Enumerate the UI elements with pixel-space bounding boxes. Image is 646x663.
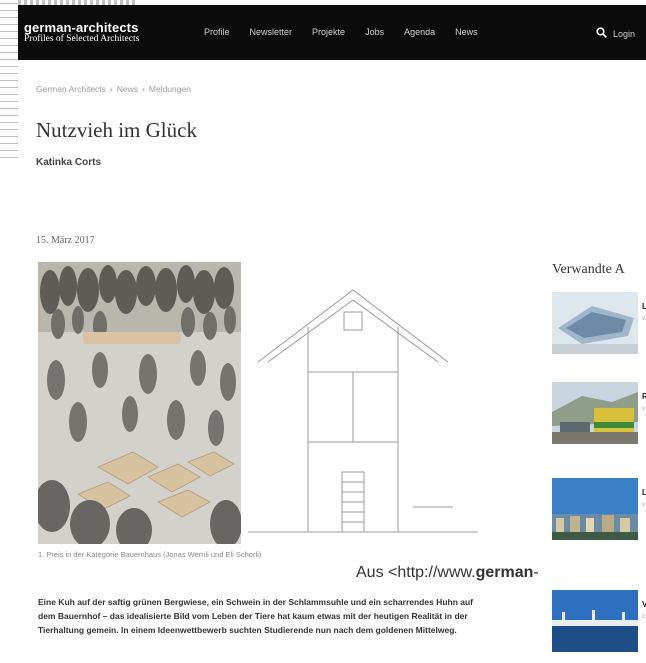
breadcrumb: German Architects › News › Meldungen [36, 84, 191, 94]
bridge-thumbnail[interactable] [552, 590, 638, 652]
breadcrumb-separator: › [109, 84, 113, 94]
related-item-title[interactable]: L [642, 488, 646, 497]
related-article-item[interactable]: V c [552, 590, 646, 652]
breadcrumb-item-news[interactable]: News [117, 84, 138, 94]
logo-tagline: Profiles of Selected Architects [24, 34, 140, 44]
nav-item-profile[interactable]: Profile [204, 27, 230, 37]
nav-item-newsletter[interactable]: Newsletter [250, 27, 293, 37]
article-image-model-photo[interactable] [38, 262, 241, 544]
site-logo[interactable]: german-architects Profiles of Selected A… [24, 21, 139, 45]
related-item-title[interactable]: V [642, 600, 646, 609]
city-thumbnail[interactable] [552, 478, 638, 540]
source-domain-bold: german [475, 564, 534, 581]
article-date: 15. März 2017 [36, 235, 95, 246]
page-title: Nutzvieh im Glück [36, 118, 197, 142]
related-item-meta: v [642, 316, 645, 322]
login-link[interactable]: Login [596, 25, 635, 43]
nav-item-agenda[interactable]: Agenda [404, 27, 435, 37]
breadcrumb-separator: › [142, 84, 145, 94]
related-item-title[interactable]: L [642, 302, 646, 311]
related-item-meta: v [642, 502, 645, 508]
breadcrumb-item-meldungen[interactable]: Meldungen [149, 84, 191, 94]
train-thumbnail[interactable] [552, 382, 638, 444]
breadcrumb-item-home[interactable]: German Architects [36, 84, 106, 94]
related-item-meta: v [642, 406, 645, 412]
site-header: german-architects Profiles of Selected A… [18, 5, 646, 60]
logo-name: german-architects [24, 20, 139, 35]
related-article-item[interactable]: L v [552, 292, 646, 354]
article-image-section-drawing[interactable] [248, 282, 478, 544]
source-suffix: - [533, 564, 539, 581]
login-label[interactable]: Login [613, 29, 635, 39]
image-caption: 1. Preis in der Kategorie Bauernhaus (Jo… [38, 550, 262, 559]
building-thumbnail[interactable] [552, 292, 638, 354]
nav-item-projekte[interactable]: Projekte [312, 27, 345, 37]
nav-item-news[interactable]: News [455, 27, 478, 37]
related-item-meta: c [642, 614, 645, 620]
nav-item-jobs[interactable]: Jobs [365, 27, 384, 37]
related-item-title[interactable]: R [642, 392, 646, 401]
article-author[interactable]: Katinka Corts [36, 157, 101, 168]
source-url-overlay: Aus <http://www.german- [356, 564, 539, 582]
background-window-fragment [0, 0, 18, 160]
article-lead-paragraph: Eine Kuh auf der saftig grünen Bergwiese… [38, 596, 474, 635]
search-icon[interactable] [596, 25, 607, 43]
related-articles-heading: Verwandte A [552, 262, 625, 277]
related-article-item[interactable]: R v [552, 382, 646, 444]
source-prefix: Aus <http://www. [356, 564, 476, 581]
related-article-item[interactable]: L v [552, 478, 646, 540]
main-nav: Profile Newsletter Projekte Jobs Agenda … [204, 27, 498, 37]
